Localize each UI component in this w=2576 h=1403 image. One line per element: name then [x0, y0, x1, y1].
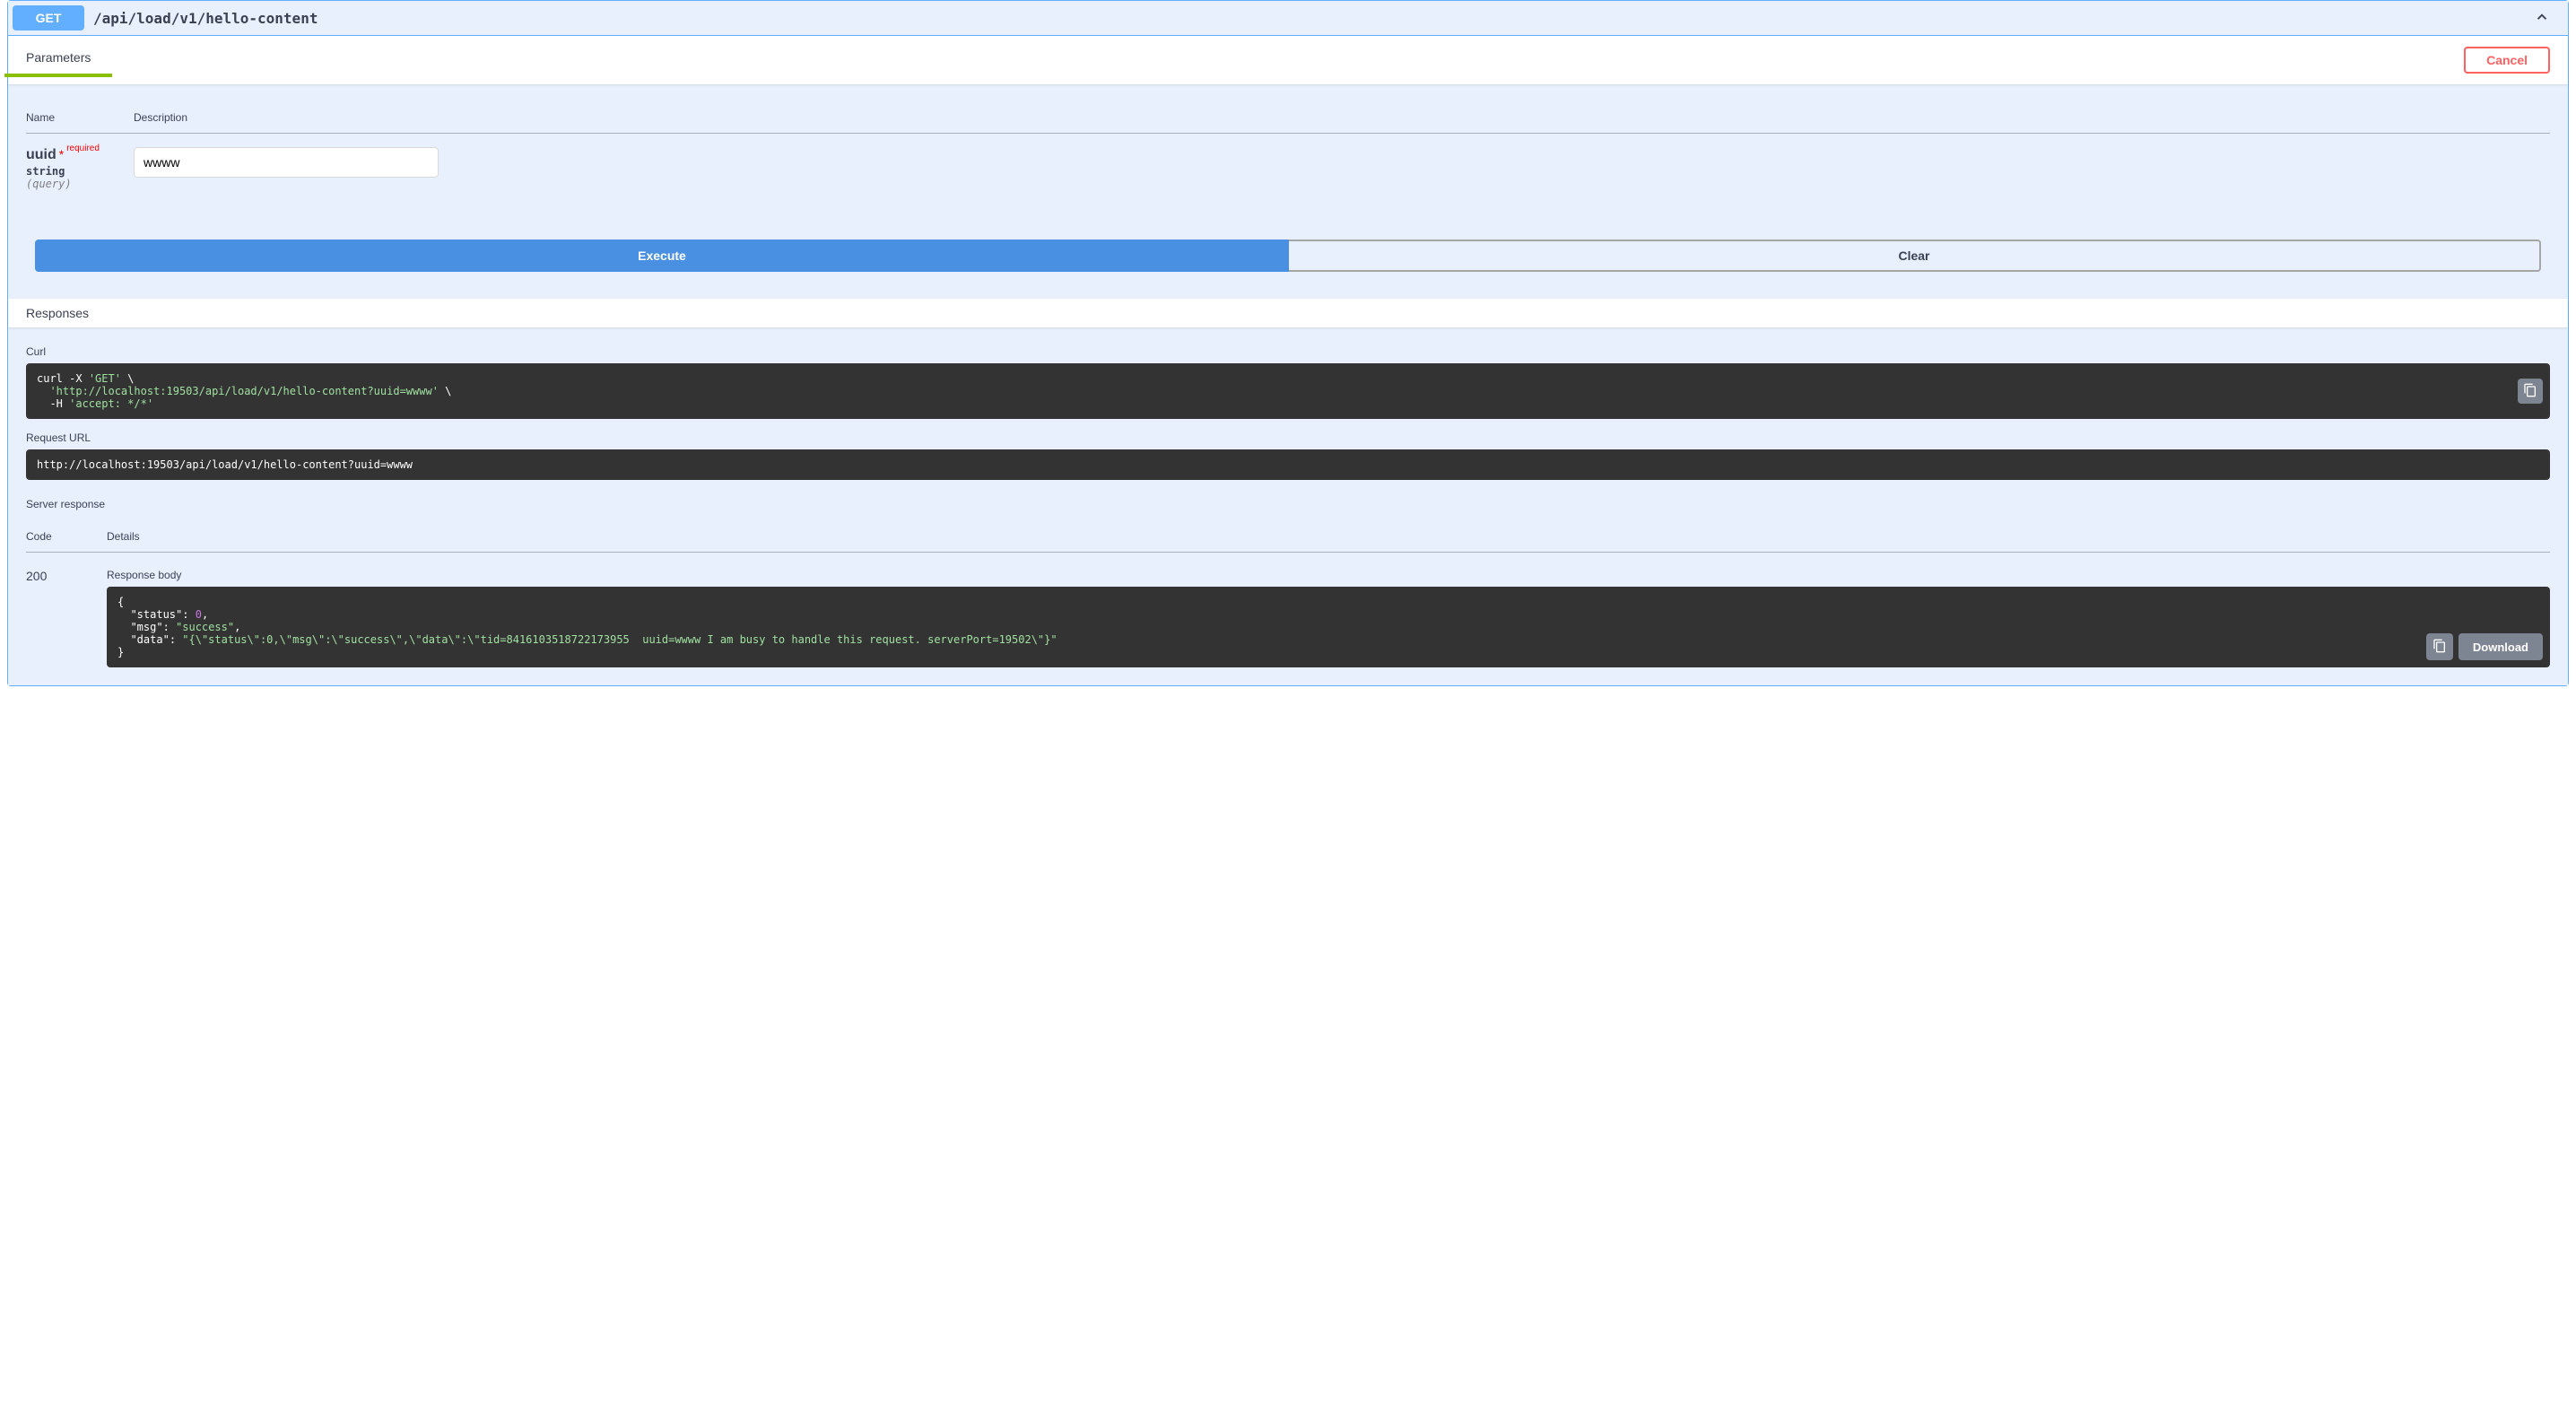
- table-row: uuid*required string (query): [26, 134, 2550, 205]
- json-close: }: [117, 646, 124, 658]
- response-row: 200 Response body { "status": 0, "msg": …: [26, 553, 2550, 668]
- curl-method: 'GET': [89, 372, 121, 385]
- json-v2: "success": [176, 621, 234, 633]
- col-code: Code: [26, 523, 107, 553]
- operation-summary[interactable]: GET /api/load/v1/hello-content: [8, 1, 2568, 36]
- curl-cont: \: [121, 372, 134, 385]
- param-in: (query): [26, 178, 134, 190]
- endpoint-path: /api/load/v1/hello-content: [84, 10, 2520, 27]
- responses-title: Responses: [26, 306, 2550, 320]
- curl-header: 'accept: */*': [69, 397, 153, 410]
- col-description: Description: [134, 102, 2550, 134]
- collapse-toggle[interactable]: [2520, 9, 2563, 28]
- copy-response-button[interactable]: [2426, 633, 2453, 660]
- curl-opt: -X: [63, 372, 89, 385]
- curl-url: 'http://localhost:19503/api/load/v1/hell…: [49, 385, 438, 397]
- param-type: string: [26, 163, 134, 178]
- col-details: Details: [107, 523, 2550, 553]
- json-v1: 0: [196, 608, 202, 621]
- response-table: Code Details 200 Response body { "status…: [26, 523, 2550, 667]
- chevron-up-icon: [2534, 13, 2550, 28]
- curl-cont2: \: [439, 385, 451, 397]
- server-response-label: Server response: [26, 492, 2550, 523]
- curl-label: Curl: [26, 345, 2550, 363]
- required-star: *: [57, 147, 66, 161]
- parameters-header: Parameters Cancel: [8, 36, 2568, 84]
- parameters-tab[interactable]: Parameters: [4, 43, 112, 77]
- clear-button[interactable]: Clear: [1289, 240, 2541, 272]
- request-url-block: http://localhost:19503/api/load/v1/hello…: [26, 449, 2550, 480]
- curl-indent: [37, 385, 49, 397]
- request-url-text: http://localhost:19503/api/load/v1/hello…: [37, 458, 413, 471]
- json-open: {: [117, 596, 124, 608]
- json-k2: "msg": [130, 621, 162, 633]
- request-url-label: Request URL: [26, 431, 2550, 449]
- col-name: Name: [26, 102, 134, 134]
- http-method-badge: GET: [13, 5, 84, 30]
- uuid-input[interactable]: [134, 147, 439, 178]
- operation-block: GET /api/load/v1/hello-content Parameter…: [7, 0, 2569, 686]
- parameters-container: Name Description uuid*required string (q…: [8, 84, 2568, 222]
- response-code: 200: [26, 553, 107, 668]
- response-actions: Download: [2426, 633, 2543, 660]
- param-name: uuid: [26, 147, 57, 162]
- copy-curl-button[interactable]: [2518, 379, 2543, 404]
- cancel-button[interactable]: Cancel: [2464, 47, 2550, 74]
- json-k3: "data": [130, 633, 169, 646]
- response-body-block: { "status": 0, "msg": "success", "data":…: [107, 587, 2550, 667]
- json-k1: "status": [130, 608, 182, 621]
- curl-block: curl -X 'GET' \ 'http://localhost:19503/…: [26, 363, 2550, 419]
- parameters-table: Name Description uuid*required string (q…: [26, 102, 2550, 204]
- execute-wrapper: Execute Clear: [8, 222, 2568, 299]
- curl-cmd: curl: [37, 372, 63, 385]
- json-v3: "{\"status\":0,\"msg\":\"success\",\"dat…: [182, 633, 1057, 646]
- responses-header: Responses: [8, 299, 2568, 327]
- download-button[interactable]: Download: [2459, 633, 2543, 660]
- curl-header-flag: -H: [37, 397, 69, 410]
- operation-body: Parameters Cancel Name Description uuid*…: [8, 36, 2568, 685]
- execute-button[interactable]: Execute: [35, 240, 1289, 272]
- clipboard-icon: [2432, 639, 2447, 656]
- response-body-label: Response body: [107, 569, 2550, 581]
- clipboard-icon: [2523, 383, 2537, 400]
- responses-inner: Curl curl -X 'GET' \ 'http://localhost:1…: [8, 327, 2568, 685]
- required-label: required: [66, 144, 100, 153]
